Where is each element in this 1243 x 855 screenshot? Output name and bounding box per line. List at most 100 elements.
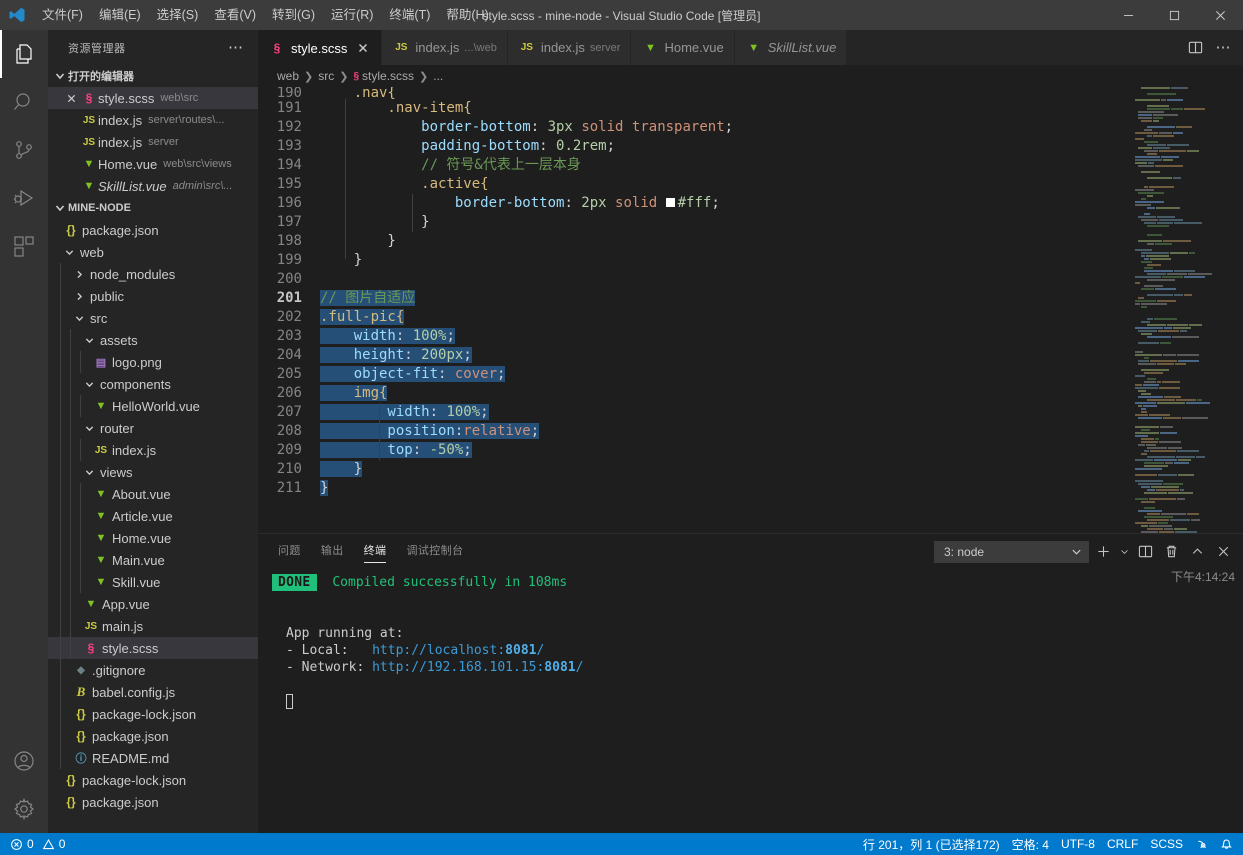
open-editor-item-4[interactable]: ▼ SkillList.vue admin\src\... <box>48 175 258 197</box>
chevron-right-icon[interactable] <box>72 292 86 301</box>
code-line[interactable]: } <box>320 460 1243 479</box>
terminal-dropdown-icon[interactable] <box>1117 540 1131 564</box>
panel-tab-2[interactable]: 终端 <box>363 534 387 569</box>
open-editor-item-0[interactable]: § style.scss web\src <box>48 87 258 109</box>
tree-file-helloworld-vue[interactable]: ▼ HelloWorld.vue <box>48 395 258 417</box>
menu-item-5[interactable]: 运行(R) <box>323 0 381 30</box>
status-notifications-bell-icon[interactable] <box>1214 833 1239 855</box>
close-panel-icon[interactable] <box>1211 540 1235 564</box>
activity-extensions-button[interactable] <box>0 222 48 270</box>
tree-folder-assets[interactable]: assets <box>48 329 258 351</box>
panel-tab-0[interactable]: 问题 <box>278 534 301 569</box>
sidebar-more-actions-icon[interactable]: ⋯ <box>222 40 250 55</box>
code-line[interactable]: padding-bottom: 0.2rem; <box>320 137 1243 156</box>
chevron-right-icon[interactable] <box>72 270 86 279</box>
close-button[interactable] <box>1197 0 1243 30</box>
tree-file-home-vue[interactable]: ▼ Home.vue <box>48 527 258 549</box>
status-cursor-position[interactable]: 行 201，列 1 (已选择172) <box>857 833 1006 855</box>
tree-file-babel-config-js[interactable]: Bbabel.config.js <box>48 681 258 703</box>
tree-file-about-vue[interactable]: ▼ About.vue <box>48 483 258 505</box>
tree-file-style-scss[interactable]: § style.scss <box>48 637 258 659</box>
code-line[interactable]: width: 100%; <box>320 327 1243 346</box>
code-line[interactable]: border-bottom: 3px solid transparent; <box>320 118 1243 137</box>
tree-file-skill-vue[interactable]: ▼ Skill.vue <box>48 571 258 593</box>
code-line[interactable]: width: 100%; <box>320 403 1243 422</box>
open-editor-item-1[interactable]: JS index.js server\routes\... <box>48 109 258 131</box>
activity-explorer-button[interactable] <box>0 30 48 78</box>
editor-minimap[interactable] <box>1133 87 1243 533</box>
tree-folder-public[interactable]: public <box>48 285 258 307</box>
tree-file-index-js[interactable]: JS index.js <box>48 439 258 461</box>
tree-file-package-json[interactable]: {} package.json <box>48 219 258 241</box>
code-line[interactable]: } <box>320 251 1243 270</box>
breadcrumb-item-web[interactable]: web <box>277 69 299 83</box>
tree-folder-web[interactable]: web <box>48 241 258 263</box>
editor-tab-home-vue-3[interactable]: ▼ Home.vue <box>631 30 735 65</box>
tree-folder-views[interactable]: views <box>48 461 258 483</box>
menu-item-3[interactable]: 查看(V) <box>206 0 264 30</box>
tree-file-package-json[interactable]: {} package.json <box>48 791 258 813</box>
code-line[interactable]: top: -50%; <box>320 441 1243 460</box>
code-line[interactable]: .nav{ <box>320 87 1243 99</box>
activity-run-debug-button[interactable] <box>0 174 48 222</box>
split-terminal-icon[interactable] <box>1133 540 1157 564</box>
menu-item-6[interactable]: 终端(T) <box>381 0 438 30</box>
maximize-panel-icon[interactable] <box>1185 540 1209 564</box>
tree-file-readme-md[interactable]: ⓘ README.md <box>48 747 258 769</box>
status-eol[interactable]: CRLF <box>1101 833 1144 855</box>
code-line[interactable]: // 符号&代表上一层本身 <box>320 156 1243 175</box>
activity-accounts-button[interactable] <box>0 737 48 785</box>
breadcrumb-item-src[interactable]: src <box>318 69 334 83</box>
terminal-output[interactable]: 下午4:14:24 DONE Compiled successfully in … <box>258 569 1243 833</box>
chevron-down-icon[interactable] <box>82 336 96 345</box>
tree-file-package-lock-json[interactable]: {} package-lock.json <box>48 703 258 725</box>
panel-tab-1[interactable]: 输出 <box>321 534 344 569</box>
project-section-header[interactable]: MINE-NODE <box>48 197 258 219</box>
code-line[interactable]: } <box>320 232 1243 251</box>
tree-file-package-json[interactable]: {} package.json <box>48 725 258 747</box>
code-line[interactable]: border-bottom: 2px solid #fff; <box>320 194 1243 213</box>
chevron-down-icon[interactable] <box>72 314 86 323</box>
tree-file-main-js[interactable]: JS main.js <box>48 615 258 637</box>
chevron-down-icon[interactable] <box>62 248 76 257</box>
menu-item-2[interactable]: 选择(S) <box>149 0 207 30</box>
breadcrumb-item-file[interactable]: style.scss <box>362 69 414 83</box>
code-line[interactable]: .nav-item{ <box>320 99 1243 118</box>
close-editor-icon[interactable] <box>62 94 80 103</box>
kill-terminal-icon[interactable] <box>1159 540 1183 564</box>
activity-source-control-button[interactable] <box>0 126 48 174</box>
status-encoding[interactable]: UTF-8 <box>1055 833 1101 855</box>
tree-file--gitignore[interactable]: ◆ .gitignore <box>48 659 258 681</box>
chevron-down-icon[interactable] <box>82 468 96 477</box>
tree-file-main-vue[interactable]: ▼ Main.vue <box>48 549 258 571</box>
editor-tab-skilllist-vue-4[interactable]: ▼ SkillList.vue <box>734 30 848 65</box>
code-line[interactable]: .full-pic{ <box>320 308 1243 327</box>
editor-tab-index-js-2[interactable]: JS index.js server <box>507 30 632 65</box>
tree-file-article-vue[interactable]: ▼ Article.vue <box>48 505 258 527</box>
menu-item-4[interactable]: 转到(G) <box>264 0 323 30</box>
local-url[interactable]: http://localhost:8081/ <box>372 643 544 658</box>
tree-file-package-lock-json[interactable]: {} package-lock.json <box>48 769 258 791</box>
tree-file-logo-png[interactable]: ▤ logo.png <box>48 351 258 373</box>
tree-folder-router[interactable]: router <box>48 417 258 439</box>
tree-folder-node-modules[interactable]: node_modules <box>48 263 258 285</box>
menu-item-7[interactable]: 帮助(H) <box>438 0 496 30</box>
open-editor-item-2[interactable]: JS index.js server <box>48 131 258 153</box>
code-line[interactable]: // 图片自适应 <box>320 289 1243 308</box>
chevron-down-icon[interactable] <box>82 424 96 433</box>
terminal-selector-dropdown[interactable]: 3: node <box>934 540 1089 563</box>
minimize-button[interactable] <box>1105 0 1151 30</box>
tree-folder-src[interactable]: src <box>48 307 258 329</box>
close-tab-icon[interactable] <box>355 40 371 56</box>
code-line[interactable]: height: 200px; <box>320 346 1243 365</box>
more-actions-icon[interactable]: ⋯ <box>1211 36 1235 60</box>
code-line[interactable]: object-fit: cover; <box>320 365 1243 384</box>
menu-item-0[interactable]: 文件(F) <box>34 0 91 30</box>
status-language-mode[interactable]: SCSS <box>1144 833 1189 855</box>
activity-search-button[interactable] <box>0 78 48 126</box>
code-line[interactable]: } <box>320 213 1243 232</box>
open-editor-item-3[interactable]: ▼ Home.vue web\src\views <box>48 153 258 175</box>
code-line[interactable]: .active{ <box>320 175 1243 194</box>
code-editor[interactable]: 190 191 192 193 194 195 196 197 198 199 200 201 202 2… <box>258 87 1243 533</box>
editor-tab-style-scss-0[interactable]: § style.scss <box>258 30 383 65</box>
